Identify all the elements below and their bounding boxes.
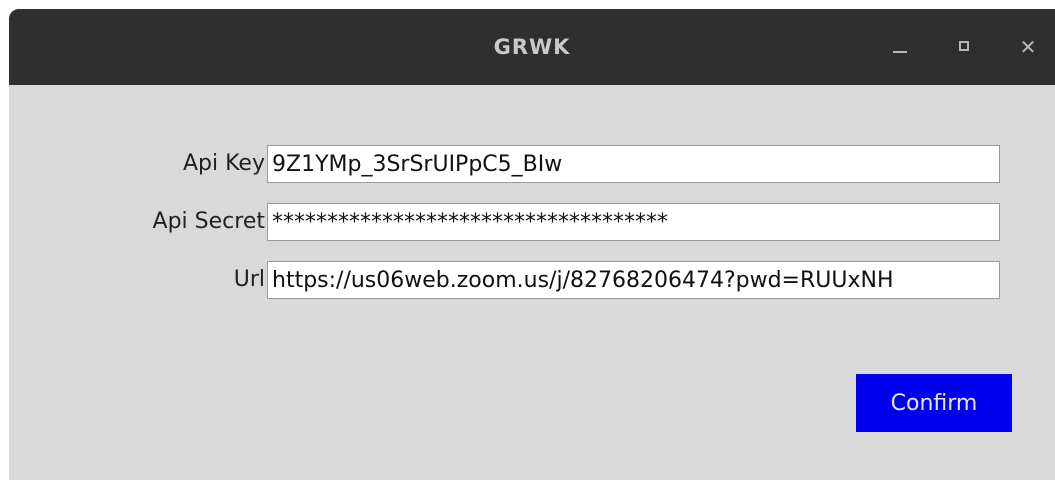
maximize-icon <box>959 41 969 51</box>
url-label: Url <box>233 267 265 292</box>
api-secret-input[interactable] <box>267 203 1000 241</box>
close-button[interactable]: ✕ <box>1012 31 1044 63</box>
minimize-icon <box>893 51 907 53</box>
confirm-button[interactable]: Confirm <box>856 374 1012 432</box>
api-key-label: Api Key <box>182 151 265 176</box>
maximize-button[interactable] <box>949 31 981 63</box>
title-bar[interactable]: GRWK ✕ <box>9 9 1055 85</box>
api-key-input[interactable] <box>267 145 1000 183</box>
api-secret-label: Api Secret <box>152 209 265 234</box>
url-row: Url <box>9 261 1055 299</box>
url-input[interactable] <box>267 261 1000 299</box>
form-panel: Api Key Api Secret Url Confirm <box>9 85 1055 480</box>
close-icon: ✕ <box>1019 35 1037 59</box>
minimize-button[interactable] <box>884 31 916 63</box>
app-window: GRWK ✕ Api Key Api Secret Url Confirm <box>9 9 1055 480</box>
api-key-row: Api Key <box>9 145 1055 183</box>
api-secret-row: Api Secret <box>9 203 1055 241</box>
